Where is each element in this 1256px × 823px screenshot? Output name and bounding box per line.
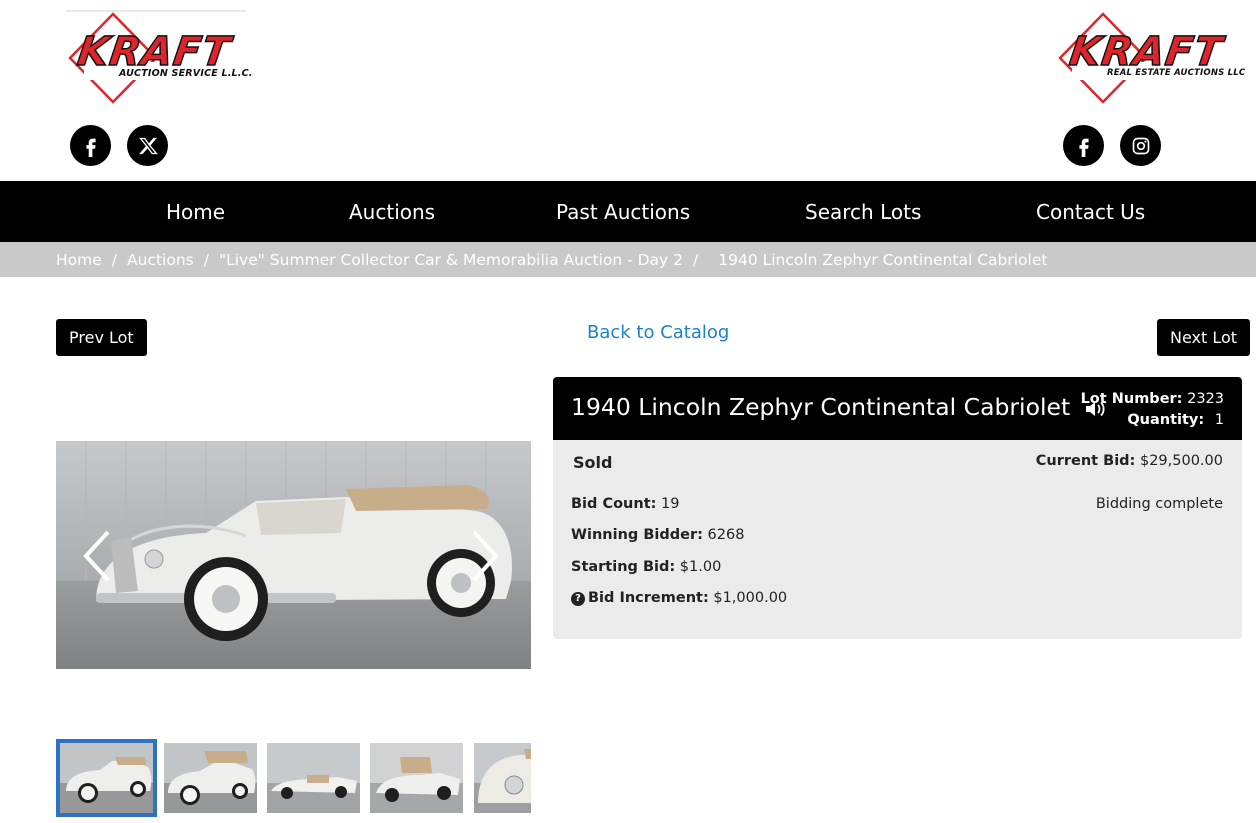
nav-home[interactable]: Home [166,181,225,242]
lot-title: 1940 Lincoln Zephyr Continental Cabriole… [571,393,1071,421]
logo-wordmark: KRAFT [74,28,234,76]
nav-auctions[interactable]: Auctions [349,181,435,242]
starting-bid-label: Starting Bid: [571,559,676,575]
thumbnail-4[interactable] [370,743,463,813]
thumbnail-2[interactable] [164,743,257,813]
thumbnail-image [267,743,360,813]
bid-count-label: Bid Count: [571,496,657,512]
thumbnail-strip [56,739,531,817]
logo-subtitle: AUCTION SERVICE L.L.C. [118,68,254,79]
prev-lot-button[interactable]: Prev Lot [56,319,147,356]
bid-count-row: Bid Count: 19 [571,496,680,512]
lot-meta: Lot Number: 2323 Quantity: 1 [1081,389,1224,431]
thumbnail-image [474,743,531,813]
car-photo [56,441,531,669]
breadcrumb-auctions[interactable]: Auctions [127,251,194,269]
thumbnail-image [164,743,257,813]
thumbnail-5[interactable] [474,743,531,813]
facebook-button[interactable] [1063,125,1104,166]
winning-bidder-row: Winning Bidder: 6268 [571,527,744,543]
help-icon[interactable]: ? [571,592,585,606]
next-lot-button[interactable]: Next Lot [1157,319,1251,356]
instagram-icon [1132,137,1149,154]
bid-increment-row: ? Bid Increment: $1,000.00 [571,590,787,606]
facebook-icon [85,138,96,157]
current-bid-label: Current Bid: [1035,453,1136,469]
lot-header: 1940 Lincoln Zephyr Continental Cabriole… [553,377,1242,440]
thumbnail-3[interactable] [267,743,360,813]
starting-bid-value: $1.00 [679,559,722,575]
kraft-auction-service-logo[interactable]: KRAFT AUCTION SERVICE L.L.C. [66,10,254,106]
lot-status: Sold [573,453,613,472]
prev-photo-arrow[interactable] [78,526,118,586]
nav-past-auctions[interactable]: Past Auctions [556,181,690,242]
bid-increment-label: Bid Increment: [588,590,709,606]
logo-wordmark: KRAFT [1066,28,1226,76]
bidding-status: Bidding complete [1095,496,1223,512]
breadcrumb-auction[interactable]: "Live" Summer Collector Car & Memorabili… [219,251,683,269]
bid-count-value: 19 [661,496,680,512]
bid-increment-value: $1,000.00 [713,590,788,606]
breadcrumb-separator: / [693,250,699,269]
lot-title-row: 1940 Lincoln Zephyr Continental Cabriole… [571,390,1108,424]
main-lot-photo[interactable] [56,441,531,669]
breadcrumb-home[interactable]: Home [56,251,102,269]
thumbnail-1[interactable] [56,739,157,817]
back-to-catalog-link[interactable]: Back to Catalog [587,322,729,343]
instagram-button[interactable] [1120,125,1161,166]
quantity-row: Quantity: 1 [1081,410,1224,431]
quantity-value: 1 [1214,412,1224,428]
x-button[interactable] [127,125,168,166]
breadcrumb-separator: / [203,250,209,269]
breadcrumb: Home / Auctions / "Live" Summer Collecto… [0,242,1256,277]
lot-number-label: Lot Number: [1080,391,1183,407]
social-links-right [1063,125,1161,166]
facebook-button[interactable] [70,125,111,166]
main-nav: Home Auctions Past Auctions Search Lots … [0,181,1256,242]
winning-bidder-value: 6268 [707,527,745,543]
thumbnail-image [370,743,463,813]
facebook-icon [1078,138,1089,157]
nav-search-lots[interactable]: Search Lots [805,181,921,242]
kraft-real-estate-logo[interactable]: KRAFT REAL ESTATE AUCTIONS LLC [1058,10,1247,106]
starting-bid-row: Starting Bid: $1.00 [571,559,721,575]
thumbnail-image [60,743,153,813]
logo-subtitle: REAL ESTATE AUCTIONS LLC [1106,68,1247,78]
nav-contact-us[interactable]: Contact Us [1036,181,1145,242]
lot-details-panel: Sold Current Bid: $29,500.00 Bidding com… [553,440,1242,639]
current-bid-row: Current Bid: $29,500.00 [1036,453,1223,469]
winning-bidder-label: Winning Bidder: [571,527,703,543]
lot-number: 2323 [1187,391,1224,407]
current-bid-value: $29,500.00 [1139,453,1223,469]
breadcrumb-separator: / [111,250,118,269]
lot-number-row: Lot Number: 2323 [1081,389,1224,410]
x-icon [138,137,158,154]
next-photo-arrow[interactable] [464,526,504,586]
social-links-left [70,125,168,166]
quantity-label: Quantity: [1127,412,1205,428]
breadcrumb-current: 1940 Lincoln Zephyr Continental Cabriole… [718,250,1048,269]
